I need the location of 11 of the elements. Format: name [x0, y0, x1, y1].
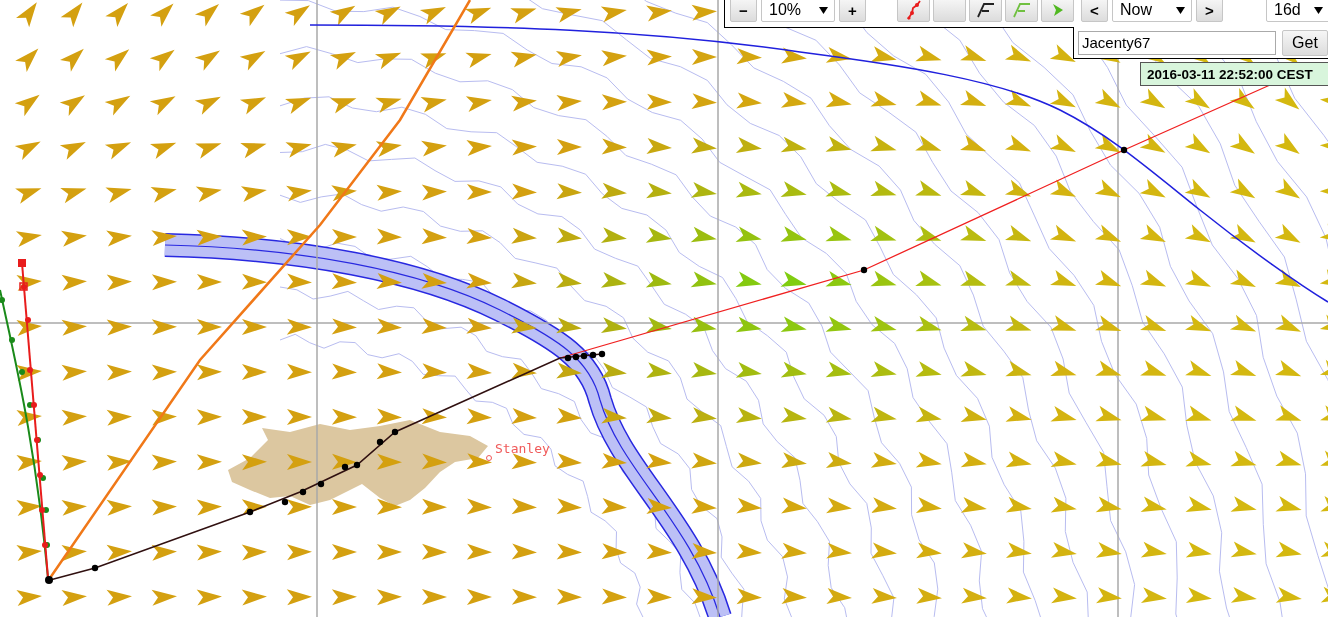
- boat-name-field[interactable]: Jacenty67: [1078, 30, 1276, 55]
- previous-time-button[interactable]: <: [1081, 0, 1108, 22]
- next-time-button[interactable]: >: [1196, 0, 1223, 22]
- get-button[interactable]: Get: [1282, 29, 1328, 56]
- zoom-in-button[interactable]: +: [839, 0, 866, 22]
- zoom-select[interactable]: 10%: [761, 0, 835, 22]
- range-select[interactable]: 16d: [1266, 0, 1328, 22]
- place-label: Stanley: [495, 441, 550, 456]
- zoom-out-button[interactable]: −: [730, 0, 757, 22]
- timestamp-label: 2016-03-11 22:52:00 CEST: [1140, 62, 1328, 86]
- time-select[interactable]: Now: [1112, 0, 1192, 22]
